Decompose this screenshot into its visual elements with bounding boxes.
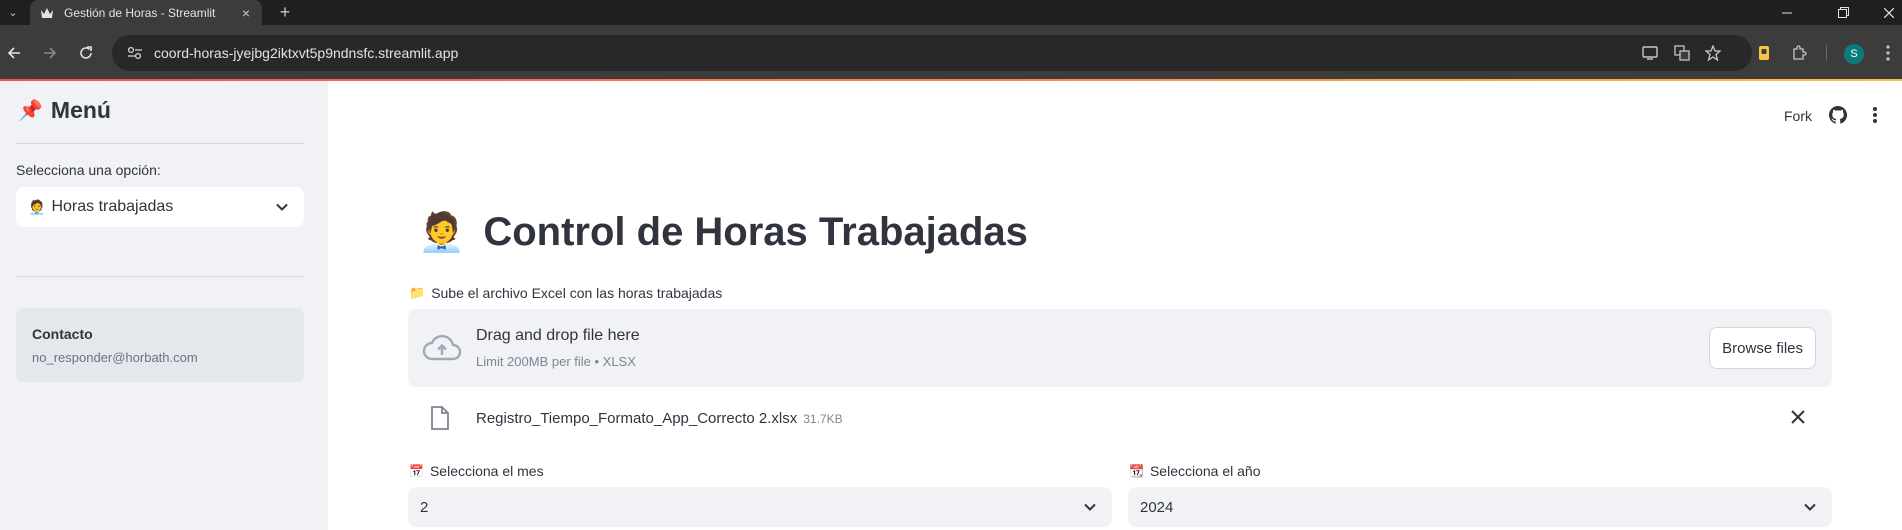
calendar-icon: 📅 [409,464,424,478]
main-content [328,81,1902,530]
pushpin-icon: 📌 [18,100,43,122]
translate-icon[interactable] [1670,41,1694,65]
browser-tab[interactable]: Gestión de Horas - Streamlit × [30,0,262,25]
profile-avatar[interactable]: S [1844,44,1864,64]
year-select-value: 2024 [1140,498,1174,516]
chevron-down-icon [1804,503,1816,511]
file-dropzone[interactable]: Drag and drop file here Limit 200MB per … [408,309,1832,387]
office-worker-icon: 🧑‍💼 [28,198,46,215]
sidebar-title-text: Menú [50,97,111,123]
extensions-puzzle-icon[interactable] [1787,41,1811,65]
contact-box: Contacto no_responder@horbath.com [16,308,304,382]
back-arrow-icon[interactable] [2,41,26,65]
browse-files-button[interactable]: Browse files [1709,327,1816,369]
streamlit-favicon-icon [40,6,54,20]
upload-label: 📁 Sube el archivo Excel con las horas tr… [409,285,722,301]
bookmark-star-icon[interactable] [1701,41,1725,65]
minimize-window-icon[interactable] [1764,0,1810,25]
close-tab-icon[interactable]: × [238,5,254,21]
month-select-value: 2 [420,498,429,516]
chevron-down-icon [1084,503,1096,511]
dropzone-instructions: Drag and drop file here [476,327,640,344]
month-select[interactable]: 2 [408,487,1112,527]
uploaded-file: Registro_Tiempo_Formato_App_Correcto 2.x… [408,400,1832,436]
contact-email: no_responder@horbath.com [32,350,198,365]
upload-label-text: Sube el archivo Excel con las horas trab… [431,285,723,301]
sidebar [0,81,328,530]
extension-badge-icon[interactable] [1752,41,1776,65]
month-select-label: 📅 Selecciona el mes [409,463,544,479]
year-select-label: 📆 Selecciona el año [1129,463,1260,479]
sidebar-divider [16,143,304,144]
browser-tab-strip: ⌄ Gestión de Horas - Streamlit × + [0,0,1902,25]
site-info-icon[interactable] [126,44,144,62]
tab-title: Gestión de Horas - Streamlit [64,5,216,20]
file-name-text: Registro_Tiempo_Formato_App_Correcto 2.x… [476,410,798,427]
chevron-down-icon [276,203,288,211]
reload-icon[interactable] [74,41,98,65]
menu-select-label: Selecciona una opción: [16,162,161,178]
app-menu-icon[interactable] [1866,106,1884,124]
browser-toolbar: coord-horas-jyejbg2iktxvt5p9ndnsfc.strea… [0,25,1902,81]
file-icon [431,406,449,430]
tab-search-chevron-icon[interactable]: ⌄ [2,2,24,23]
menu-select[interactable]: 🧑‍💼 Horas trabajadas [16,187,304,227]
month-label-text: Selecciona el mes [429,463,544,479]
page-title-text: Control de Horas Trabajadas [483,210,1028,254]
forward-arrow-icon[interactable] [38,41,62,65]
address-bar[interactable]: coord-horas-jyejbg2iktxvt5p9ndnsfc.strea… [112,35,1752,71]
folder-icon: 📁 [409,285,426,300]
uploaded-file-name: Registro_Tiempo_Formato_App_Correcto 2.x… [476,410,843,427]
restore-window-icon[interactable] [1820,0,1866,25]
close-window-icon[interactable] [1866,0,1902,25]
cloud-upload-icon [422,334,462,361]
page-title: 🧑‍💼 Control de Horas Trabajadas [418,210,1028,255]
contact-title: Contacto [32,326,93,342]
year-select[interactable]: 2024 [1128,487,1832,527]
github-icon[interactable] [1829,106,1847,124]
browser-menu-icon[interactable] [1876,41,1900,65]
file-size: 31.7KB [803,412,843,426]
year-label-text: Selecciona el año [1149,463,1261,479]
remove-file-icon[interactable] [1790,409,1806,425]
new-tab-button[interactable]: + [274,2,296,23]
dropzone-limit: Limit 200MB per file • XLSX [476,354,636,369]
sidebar-title: 📌 Menú [18,97,111,124]
url-text: coord-horas-jyejbg2iktxvt5p9ndnsfc.strea… [154,45,459,61]
menu-select-value: Horas trabajadas [51,198,174,215]
cast-icon[interactable] [1638,41,1662,65]
toolbar-separator [1826,45,1827,61]
office-worker-icon: 🧑‍💼 [418,211,466,254]
calendar-icon: 📆 [1129,464,1144,478]
fork-link[interactable]: Fork [1784,108,1812,124]
sidebar-divider [16,276,304,277]
